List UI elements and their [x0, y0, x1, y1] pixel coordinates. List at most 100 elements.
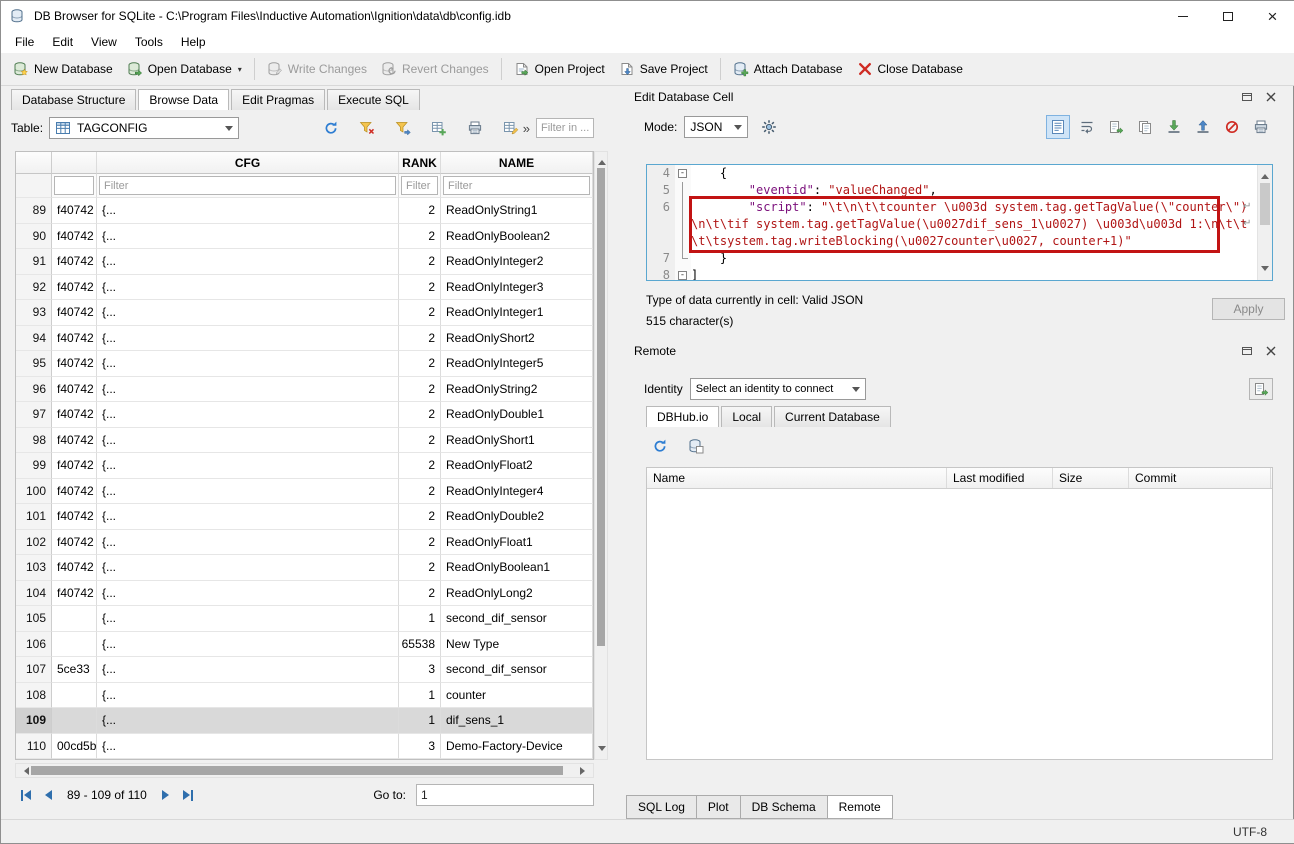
refresh-button[interactable] — [648, 434, 672, 458]
column-header-cfg[interactable]: CFG — [97, 152, 399, 174]
table-row[interactable]: 98f40742{...2ReadOnlyShort1 — [16, 428, 593, 454]
text-format-button[interactable] — [1046, 115, 1070, 139]
cell-cfg[interactable]: {... — [97, 632, 399, 658]
grid-corner[interactable] — [16, 152, 52, 174]
cell-rank[interactable]: 3 — [399, 657, 441, 683]
cell-id[interactable]: f40742 — [52, 326, 97, 352]
table-vertical-scrollbar[interactable] — [594, 151, 608, 760]
fold-margin[interactable] — [675, 165, 691, 182]
cell-rank[interactable]: 2 — [399, 377, 441, 403]
cell-cfg[interactable]: {... — [97, 530, 399, 556]
cell-cfg[interactable]: {... — [97, 657, 399, 683]
column-filter-input[interactable] — [99, 176, 396, 195]
cell-id[interactable]: f40742 — [52, 377, 97, 403]
cell-cfg[interactable]: {... — [97, 300, 399, 326]
editor-text[interactable]: "script": "\t\n\t\tcounter \u003d system… — [691, 199, 1257, 250]
remote-column-commit[interactable]: Commit — [1129, 468, 1271, 488]
cell-id[interactable]: 00cd5b — [52, 734, 97, 760]
row-number[interactable]: 92 — [16, 275, 52, 301]
table-row[interactable]: 102f40742{...2ReadOnlyFloat1 — [16, 530, 593, 556]
apply-button[interactable]: Apply — [1212, 298, 1285, 320]
prev-page-button[interactable] — [37, 784, 59, 806]
table-row[interactable]: 105{...1second_dif_sensor — [16, 606, 593, 632]
row-number[interactable]: 97 — [16, 402, 52, 428]
row-number[interactable]: 91 — [16, 249, 52, 275]
set-null-button[interactable] — [1220, 115, 1244, 139]
filter-any-input[interactable] — [536, 118, 594, 138]
table-row[interactable]: 106{...65538New Type — [16, 632, 593, 658]
table-row[interactable]: 109{...1dif_sens_1 — [16, 708, 593, 734]
column-filter-input[interactable] — [401, 176, 438, 195]
autoformat-button[interactable] — [757, 115, 781, 139]
cell-name[interactable]: ReadOnlyBoolean2 — [441, 224, 593, 250]
cell-name[interactable]: Demo-Factory-Device — [441, 734, 593, 760]
cell-id[interactable]: f40742 — [52, 249, 97, 275]
close-database-button[interactable]: Close Database — [850, 57, 970, 81]
row-number[interactable]: 89 — [16, 198, 52, 224]
cell-rank[interactable]: 2 — [399, 428, 441, 454]
close-panel-button[interactable] — [1263, 89, 1279, 105]
cell-name[interactable]: counter — [441, 683, 593, 709]
editor-text[interactable]: ] — [691, 267, 1257, 281]
last-page-button[interactable] — [177, 784, 199, 806]
cell-name[interactable]: ReadOnlyFloat2 — [441, 453, 593, 479]
table-row[interactable]: 101f40742{...2ReadOnlyDouble2 — [16, 504, 593, 530]
cell-id[interactable]: f40742 — [52, 275, 97, 301]
row-number[interactable]: 102 — [16, 530, 52, 556]
table-row[interactable]: 94f40742{...2ReadOnlyShort2 — [16, 326, 593, 352]
cell-rank[interactable]: 3 — [399, 734, 441, 760]
remote-column-last-modified[interactable]: Last modified — [947, 468, 1053, 488]
cell-rank[interactable]: 2 — [399, 275, 441, 301]
remote-tab-current-database[interactable]: Current Database — [774, 406, 891, 427]
dock-tab-remote[interactable]: Remote — [827, 795, 893, 819]
row-number[interactable]: 98 — [16, 428, 52, 454]
cell-id[interactable]: f40742 — [52, 555, 97, 581]
copy-button[interactable] — [1133, 115, 1157, 139]
cell-name[interactable]: second_dif_sensor — [441, 657, 593, 683]
cell-name[interactable]: ReadOnlyShort2 — [441, 326, 593, 352]
cell-cfg[interactable]: {... — [97, 224, 399, 250]
table-row[interactable]: 96f40742{...2ReadOnlyString2 — [16, 377, 593, 403]
cell-rank[interactable]: 2 — [399, 300, 441, 326]
cell-rank[interactable]: 2 — [399, 581, 441, 607]
cell-rank[interactable]: 2 — [399, 555, 441, 581]
cell-cfg[interactable]: {... — [97, 402, 399, 428]
close-panel-button[interactable] — [1263, 343, 1279, 359]
cell-rank[interactable]: 2 — [399, 504, 441, 530]
cell-name[interactable]: ReadOnlyInteger4 — [441, 479, 593, 505]
open-project-button[interactable]: Open Project — [507, 57, 612, 81]
cell-name[interactable]: ReadOnlyDouble1 — [441, 402, 593, 428]
table-row[interactable]: 108{...1counter — [16, 683, 593, 709]
row-number[interactable]: 107 — [16, 657, 52, 683]
table-combobox[interactable]: TAGCONFIG — [49, 117, 239, 139]
cell-id[interactable]: f40742 — [52, 351, 97, 377]
cell-cfg[interactable]: {... — [97, 581, 399, 607]
row-number[interactable]: 94 — [16, 326, 52, 352]
cell-editor[interactable]: ↵ ↵ 4 {5 "eventid": "valueChanged",6 "sc… — [646, 164, 1273, 281]
cell-id[interactable]: f40742 — [52, 402, 97, 428]
cell-cfg[interactable]: {... — [97, 428, 399, 454]
cell-name[interactable]: ReadOnlyString1 — [441, 198, 593, 224]
cell-id[interactable] — [52, 708, 97, 734]
editor-text[interactable]: { — [691, 165, 1257, 182]
table-row[interactable]: 97f40742{...2ReadOnlyDouble1 — [16, 402, 593, 428]
cell-id[interactable] — [52, 632, 97, 658]
cell-cfg[interactable]: {... — [97, 734, 399, 760]
table-row[interactable]: 11000cd5b{...3Demo-Factory-Device — [16, 734, 593, 760]
encoding-indicator[interactable]: UTF-8 — [1233, 825, 1267, 839]
cell-name[interactable]: ReadOnlyDouble2 — [441, 504, 593, 530]
column-header-name[interactable]: NAME — [441, 152, 593, 174]
tab-edit-pragmas[interactable]: Edit Pragmas — [231, 89, 325, 110]
dock-tab-sql-log[interactable]: SQL Log — [626, 795, 697, 819]
fold-margin[interactable] — [675, 267, 691, 281]
column-header-id[interactable] — [52, 152, 97, 174]
cell-name[interactable]: ReadOnlyInteger3 — [441, 275, 593, 301]
cell-rank[interactable]: 2 — [399, 249, 441, 275]
refresh-button[interactable] — [319, 116, 343, 140]
cell-name[interactable]: ReadOnlyInteger2 — [441, 249, 593, 275]
import-button[interactable] — [1162, 115, 1186, 139]
scrollbar-thumb[interactable] — [31, 766, 563, 775]
cell-name[interactable]: ReadOnlyString2 — [441, 377, 593, 403]
row-number[interactable]: 96 — [16, 377, 52, 403]
menu-view[interactable]: View — [82, 32, 126, 52]
